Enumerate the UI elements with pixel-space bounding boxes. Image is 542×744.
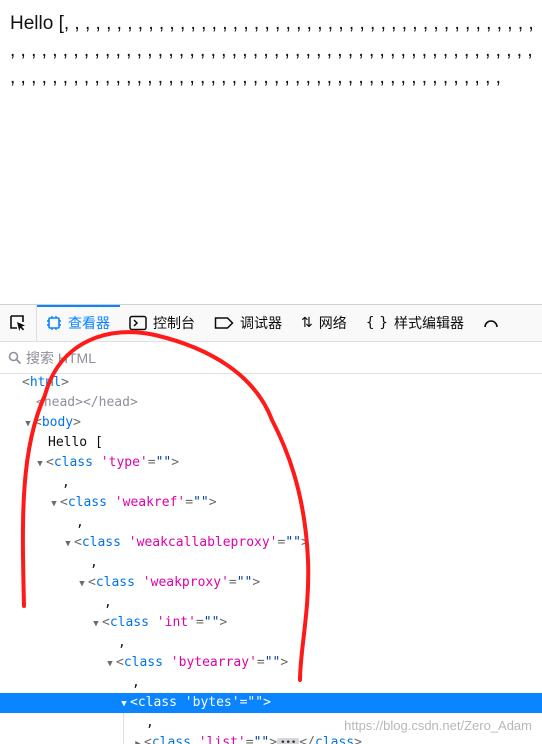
tree-text-comma[interactable]: , [0,673,542,693]
html-search-bar [0,342,542,374]
markup-tree: <html> <head></head> ▼<body> Hello [ ▼<c… [0,373,542,744]
tree-node-html[interactable]: <html> [0,373,542,393]
expand-toggle-icon[interactable]: ▼ [118,694,130,714]
expand-toggle-icon[interactable]: ▼ [22,414,34,434]
expand-toggle-icon[interactable]: ▼ [104,654,116,674]
tab-console[interactable]: 控制台 [120,305,205,341]
tree-text-comma[interactable]: , [0,553,542,573]
devtools-panel: 查看器 控制台 调试器 ⇅ 网络 { } 样式编辑器 [0,304,542,744]
performance-icon [483,315,499,331]
tab-inspector[interactable]: 查看器 [37,305,120,341]
tree-node-class-bytes-selected[interactable]: ▼<class 'bytes'=""> [0,693,542,713]
tree-text-comma[interactable]: , [0,513,542,533]
tree-node-body[interactable]: ▼<body> [0,413,542,433]
tree-text-hello[interactable]: Hello [ [0,433,542,453]
tab-style-editor[interactable]: { } 样式编辑器 [357,305,474,341]
element-picker-button[interactable] [0,305,37,341]
expand-toggle-icon[interactable]: ▼ [48,494,60,514]
console-icon [129,315,147,331]
page-content-area: Hello [, , , , , , , , , , , , , , , , ,… [0,0,542,304]
style-editor-icon: { } [366,315,388,331]
tab-debugger[interactable]: 调试器 [205,305,292,341]
tree-text-comma[interactable]: , [0,593,542,613]
watermark-text: https://blog.csdn.net/Zero_Adam [344,718,532,733]
debugger-icon [214,316,234,330]
tree-node-class-bytearray[interactable]: ▼<class 'bytearray'=""> [0,653,542,673]
expand-toggle-icon[interactable]: ▼ [62,534,74,554]
search-icon [8,351,22,365]
collapsed-children-badge[interactable]: ••• [277,738,299,744]
tab-style-editor-label: 样式编辑器 [394,313,464,333]
tree-node-class-type[interactable]: ▼<class 'type'=""> [0,453,542,473]
search-html-input[interactable] [26,350,426,366]
devtools-toolbar: 查看器 控制台 调试器 ⇅ 网络 { } 样式编辑器 [0,305,542,342]
tab-performance[interactable] [474,305,509,341]
tree-node-head[interactable]: <head></head> [0,393,542,413]
tab-network[interactable]: ⇅ 网络 [292,305,357,341]
expand-toggle-icon[interactable]: ▼ [90,614,102,634]
tree-node-class-int[interactable]: ▼<class 'int'=""> [0,613,542,633]
tab-debugger-label: 调试器 [240,313,282,333]
expand-toggle-icon[interactable]: ▼ [76,574,88,594]
pick-element-icon [8,313,28,333]
tree-text-comma[interactable]: , [0,473,542,493]
expand-toggle-icon[interactable]: ▼ [34,454,46,474]
network-icon: ⇅ [301,315,313,331]
tree-text-comma[interactable]: , [0,633,542,653]
inspector-icon [46,315,62,331]
page-body-text: Hello [, , , , , , , , , , , , , , , , ,… [10,10,538,91]
tree-node-class-weakref[interactable]: ▼<class 'weakref'=""> [0,493,542,513]
tab-network-label: 网络 [319,313,347,333]
tree-node-class-weakproxy[interactable]: ▼<class 'weakproxy'=""> [0,573,542,593]
tab-console-label: 控制台 [153,313,195,333]
tab-inspector-label: 查看器 [68,313,110,333]
tree-node-class-list[interactable]: ▶<class 'list'="">•••</class> [0,733,542,744]
tree-node-class-weakcallableproxy[interactable]: ▼<class 'weakcallableproxy'=""> [0,533,542,553]
